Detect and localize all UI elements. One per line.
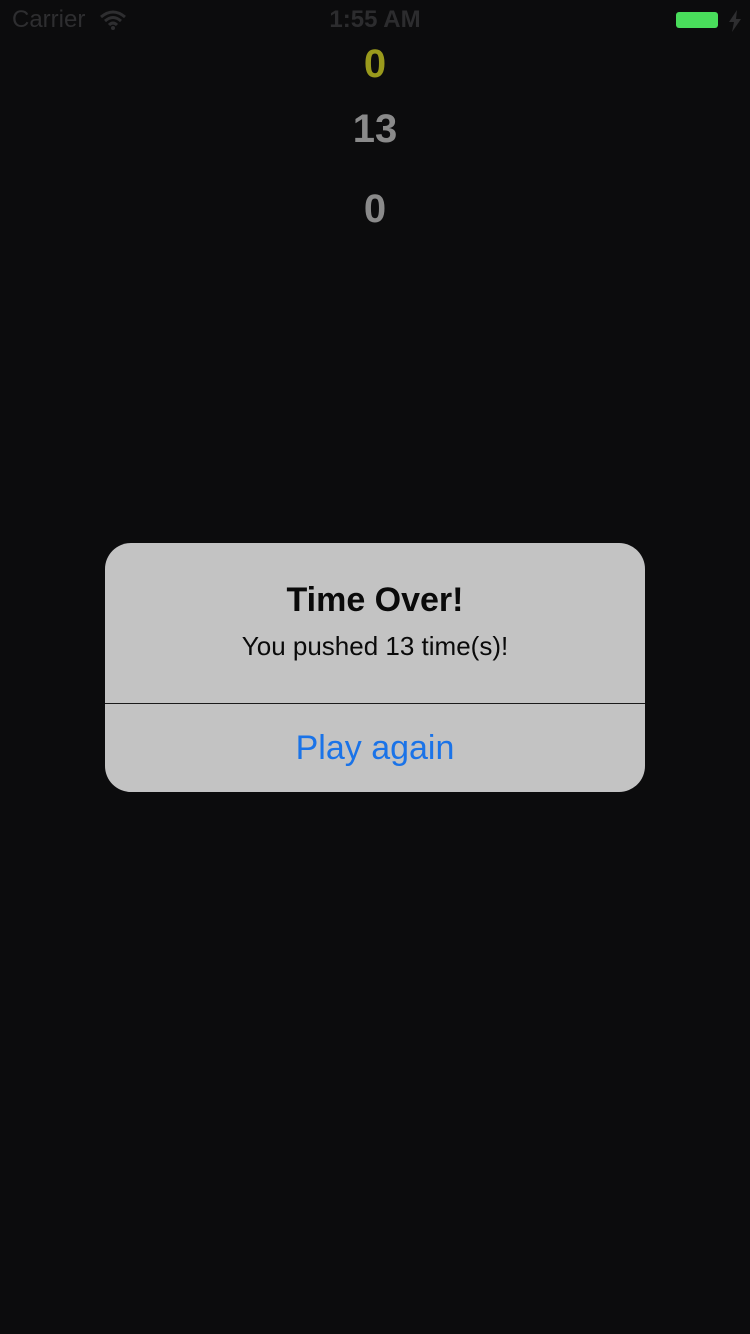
push-count: 13 (352, 107, 398, 151)
app-screen: Carrier 1:55 AM 0 13 0 Time Over! You pu… (0, 0, 750, 1334)
status-bar: Carrier 1:55 AM (0, 0, 750, 40)
timer-counter: 0 (363, 187, 387, 231)
battery-icon (676, 12, 718, 28)
alert-message: You pushed 13 time(s)! (241, 631, 509, 661)
status-time: 1:55 AM (329, 6, 421, 33)
play-again-button[interactable]: Play again (105, 704, 645, 792)
alert-title: Time Over! (286, 581, 464, 619)
charging-bolt-icon (728, 10, 742, 32)
time-over-alert: Time Over! You pushed 13 time(s)! Play a… (105, 543, 645, 792)
score-counter: 0 (363, 42, 387, 86)
